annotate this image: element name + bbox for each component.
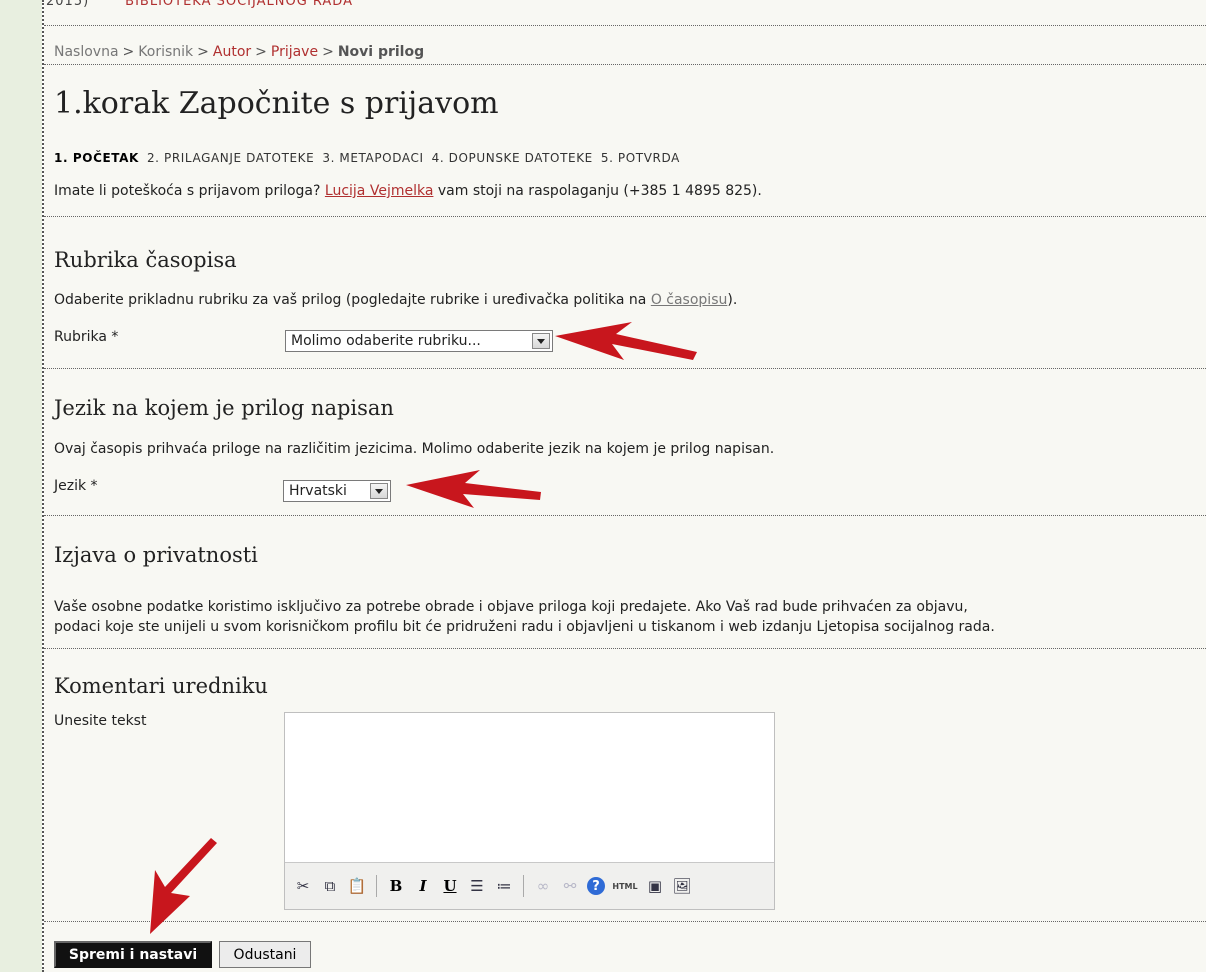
annotation-arrow-language — [406, 470, 541, 508]
annotation-arrows — [150, 322, 697, 934]
annotation-arrow-save — [150, 838, 217, 934]
annotation-arrow-rubric — [555, 322, 697, 360]
